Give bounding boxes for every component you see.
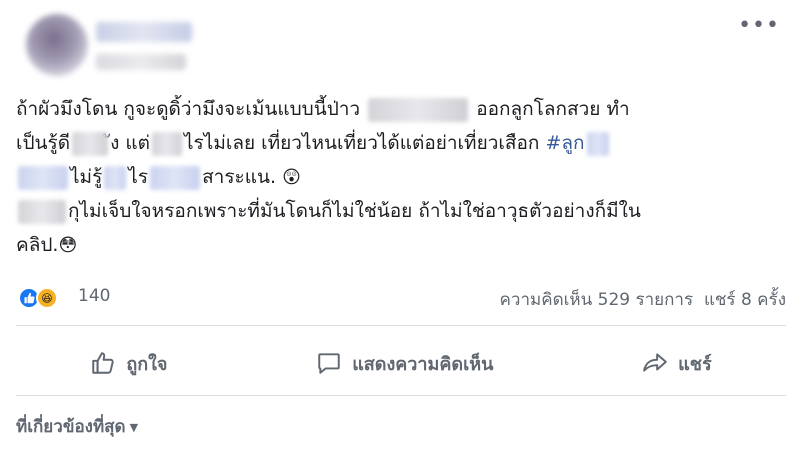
post-header: ••• bbox=[14, 10, 786, 85]
like-button[interactable]: ถูกใจ bbox=[70, 343, 187, 384]
post-text-segment: สาระแน. bbox=[202, 166, 277, 188]
post-body: ถ้าผัวมึงโดน กูจะดูดิ้ว่ามึงจะเม้นแบบนี้… bbox=[16, 92, 786, 262]
redacted-text bbox=[18, 199, 66, 224]
thumbs-up-icon bbox=[92, 352, 115, 374]
avatar[interactable] bbox=[26, 14, 88, 76]
flushed-face-emoji-icon: 😳 bbox=[58, 234, 78, 256]
reaction-icons[interactable]: 😆 bbox=[16, 285, 64, 311]
like-label: ถูกใจ bbox=[126, 353, 168, 375]
post-text-segment: ถ้าผัวมึงโดน กูจะดูดิ้ว่ามึงจะเม้นแบบนี้… bbox=[16, 98, 361, 120]
post-text-segment: ไรไม่เลย เที่ยวไหนเที่ยวได้แต่อย่าเที่ยว… bbox=[184, 132, 540, 154]
post-text-segment: ัง แต่ bbox=[110, 132, 150, 154]
haha-icon: 😆 bbox=[36, 287, 58, 309]
comment-icon bbox=[318, 353, 340, 374]
reactions-bar: 😆 140 ความคิดเห็น 529 รายการ แชร์ 8 ครั้… bbox=[16, 283, 786, 313]
divider bbox=[16, 395, 786, 396]
post-line-1: ถ้าผัวมึงโดน กูจะดูดิ้ว่ามึงจะเม้นแบบนี้… bbox=[16, 92, 786, 126]
share-count-link[interactable]: แชร์ 8 ครั้ง bbox=[704, 290, 786, 310]
comment-sort-dropdown[interactable]: ที่เกี่ยวข้องที่สุด ▼ bbox=[16, 413, 138, 440]
redacted-text bbox=[368, 97, 469, 122]
comment-sort-label: ที่เกี่ยวข้องที่สุด bbox=[16, 417, 126, 437]
redacted-text bbox=[150, 165, 201, 190]
comment-count-link[interactable]: ความคิดเห็น 529 รายการ bbox=[500, 290, 694, 310]
post-text-segment: เป็นรู้ดี bbox=[16, 132, 71, 154]
redacted-text bbox=[104, 165, 127, 190]
post-text-segment: ไร bbox=[128, 166, 149, 188]
post-timestamp-redacted[interactable] bbox=[96, 54, 186, 70]
author-name-redacted[interactable] bbox=[96, 22, 192, 42]
dizzy-face-emoji-icon: 😲 bbox=[282, 166, 301, 188]
comment-button[interactable]: แสดงความคิดเห็น bbox=[296, 343, 513, 384]
share-label: แชร์ bbox=[678, 353, 712, 375]
post-actions: ถูกใจ แสดงความคิดเห็น แชร์ bbox=[16, 340, 786, 386]
post-line-2: เป็นรู้ดีัง แต่ ไรไม่เลย เที่ยวไหนเที่ยวไ… bbox=[16, 126, 786, 160]
comment-label: แสดงความคิดเห็น bbox=[352, 353, 494, 375]
post-line-4: กุไม่เจ็บใจหรอกเพราะที่มันโดนก็ไม่ใช่น้อ… bbox=[16, 194, 786, 228]
hashtag-link[interactable]: #ลูก bbox=[545, 132, 584, 154]
post-text-segment: คลิป. bbox=[16, 234, 59, 256]
redacted-text bbox=[18, 165, 68, 190]
post-text-segment: กุไม่เจ็บใจหรอกเพราะที่มันโดนก็ไม่ใช่น้อ… bbox=[68, 200, 641, 222]
more-horizontal-icon[interactable]: ••• bbox=[738, 15, 780, 37]
post-line-3: ไม่รู้ ไร สาระแน. 😲 bbox=[16, 160, 786, 194]
redacted-text bbox=[152, 131, 182, 156]
share-button[interactable]: แชร์ bbox=[622, 343, 732, 384]
divider bbox=[16, 325, 786, 326]
redacted-text bbox=[72, 131, 109, 156]
post-stats: ความคิดเห็น 529 รายการ แชร์ 8 ครั้ง bbox=[500, 286, 786, 313]
reaction-count[interactable]: 140 bbox=[78, 286, 110, 306]
redacted-text bbox=[586, 131, 609, 156]
post-line-5: คลิป.😳 bbox=[16, 228, 786, 262]
post-text-segment: ออกลูกโลกสวย ทำ bbox=[476, 98, 630, 120]
post-text-segment: ไม่รู้ bbox=[70, 166, 103, 188]
caret-down-icon: ▼ bbox=[129, 420, 139, 434]
share-arrow-icon bbox=[643, 353, 667, 372]
